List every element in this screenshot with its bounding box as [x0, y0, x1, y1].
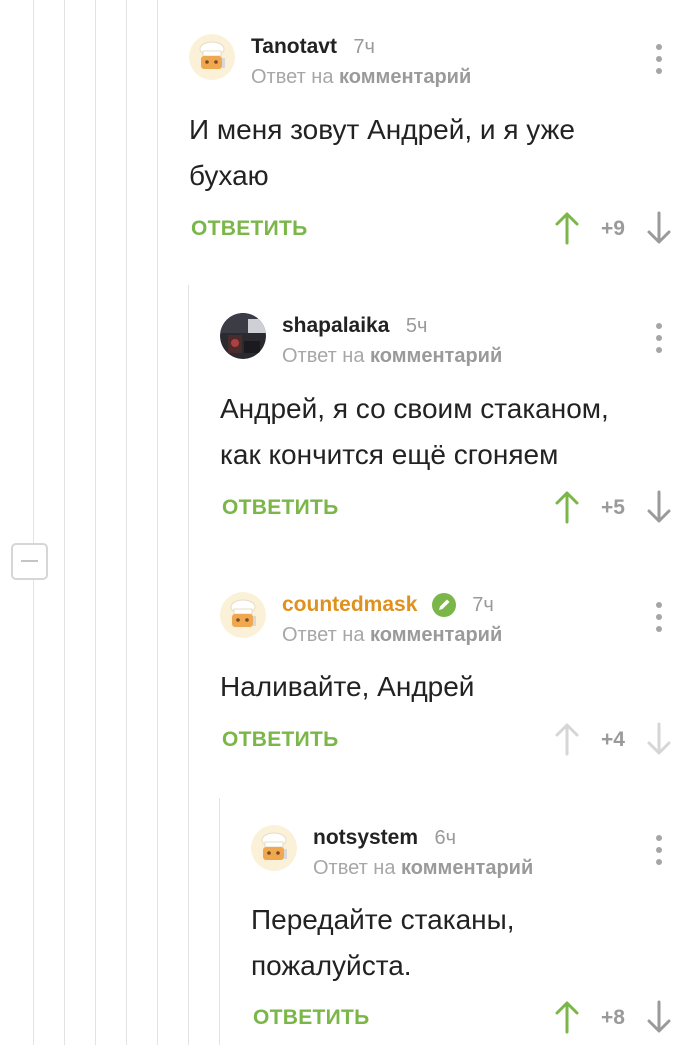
avatar[interactable] [220, 592, 266, 638]
reply-to: Ответ на комментарий [282, 345, 502, 368]
thread-line-2 [64, 0, 65, 1045]
comment-meta: shapalaika 5ч Ответ на комментарий [282, 313, 502, 368]
downvote-arrow-icon[interactable] [646, 490, 672, 524]
comment-text: Андрей, я со своим стаканом, как кончитс… [220, 393, 609, 470]
reply-button[interactable]: ОТВЕТИТЬ [191, 217, 308, 241]
comment-text: И меня зовут Андрей, и я уже бухаю [189, 114, 575, 191]
comment-meta: countedmask 7ч Ответ на комментарий [282, 592, 502, 647]
comment-notsystem: notsystem 6ч Ответ на комментарий Переда… [251, 825, 700, 1040]
more-menu-icon[interactable] [655, 323, 663, 355]
cook-hat-icon [189, 34, 235, 80]
pencil-check-icon [431, 593, 456, 617]
avatar[interactable] [251, 825, 297, 871]
comment-text: Передайте стаканы, пожалуйста. [251, 904, 515, 981]
reply-prefix: Ответ на [282, 345, 365, 367]
reply-prefix: Ответ на [282, 624, 365, 646]
rating-count: +4 [601, 728, 625, 751]
downvote-arrow-icon[interactable] [646, 211, 672, 245]
collapse-thread-button[interactable] [11, 543, 48, 580]
comment-meta: Tanotavt 7ч Ответ на комментарий [251, 34, 471, 89]
upvote-arrow-icon[interactable] [554, 1000, 580, 1034]
reply-prefix: Ответ на [251, 66, 334, 88]
thread-line-4 [126, 0, 127, 1045]
more-menu-icon[interactable] [655, 602, 663, 634]
reply-target-link[interactable]: комментарий [401, 857, 533, 879]
reply-button[interactable]: ОТВЕТИТЬ [253, 1006, 370, 1030]
avatar[interactable] [189, 34, 235, 80]
username[interactable]: notsystem [313, 825, 418, 851]
thread-line-3 [95, 0, 96, 1045]
comment-time: 5ч [405, 314, 428, 337]
avatar[interactable] [220, 313, 266, 359]
rating-count: +5 [601, 496, 625, 519]
comment-meta: notsystem 6ч Ответ на комментарий [313, 825, 533, 880]
comment-time: 7ч [353, 35, 375, 58]
username[interactable]: countedmask [282, 592, 417, 618]
downvote-arrow-icon[interactable] [646, 1000, 672, 1034]
comment-tanotavt: Tanotavt 7ч Ответ на комментарий И меня … [189, 34, 700, 249]
reply-to: Ответ на комментарий [313, 857, 533, 880]
rating-count: +8 [601, 1006, 625, 1029]
reply-target-link[interactable]: комментарий [370, 345, 502, 367]
more-menu-icon[interactable] [655, 835, 663, 867]
comment-time: 6ч [434, 826, 457, 849]
photo-avatar-icon [220, 313, 266, 359]
thread-line-6 [188, 285, 189, 1045]
comment-text: Наливайте, Андрей [220, 671, 475, 702]
upvote-arrow-icon[interactable] [554, 722, 580, 756]
cook-hat-icon [220, 592, 266, 638]
comment-time: 7ч [472, 593, 494, 616]
reply-button[interactable]: ОТВЕТИТЬ [222, 496, 339, 520]
cook-hat-icon [251, 825, 297, 871]
upvote-arrow-icon[interactable] [554, 490, 580, 524]
username[interactable]: shapalaika [282, 313, 389, 339]
username[interactable]: Tanotavt [251, 34, 337, 60]
comment-countedmask: countedmask 7ч Ответ на комментарий Нали… [220, 592, 700, 762]
reply-button[interactable]: ОТВЕТИТЬ [222, 728, 339, 752]
reply-target-link[interactable]: комментарий [339, 66, 471, 88]
reply-to: Ответ на комментарий [282, 624, 502, 647]
more-menu-icon[interactable] [655, 44, 663, 76]
rating-count: +9 [601, 217, 625, 240]
downvote-arrow-icon[interactable] [646, 722, 672, 756]
thread-line-5 [157, 0, 158, 1045]
thread-line-1 [33, 0, 34, 1045]
thread-line-7 [219, 798, 220, 1045]
reply-prefix: Ответ на [313, 857, 396, 879]
reply-to: Ответ на комментарий [251, 66, 471, 89]
comment-shapalaika: shapalaika 5ч Ответ на комментарий Андре… [220, 313, 700, 528]
upvote-arrow-icon[interactable] [554, 211, 580, 245]
reply-target-link[interactable]: комментарий [370, 624, 502, 646]
